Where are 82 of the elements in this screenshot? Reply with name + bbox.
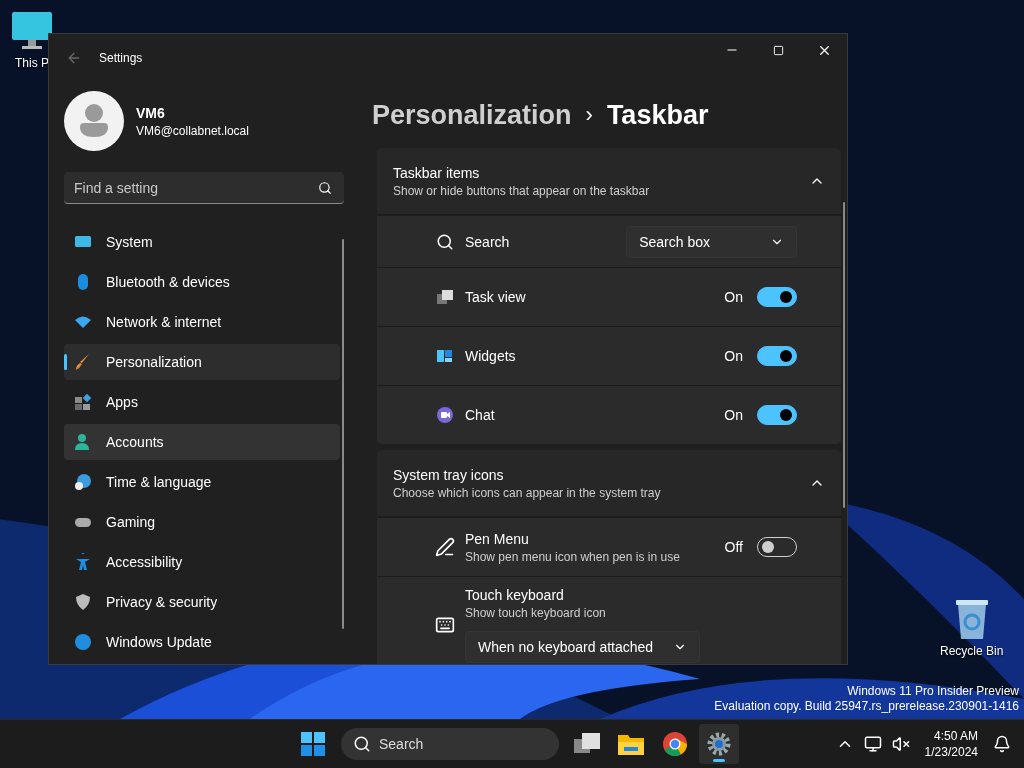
nav-item[interactable]: Accessibility — [64, 544, 340, 580]
maximize-icon — [772, 44, 784, 56]
nav-item[interactable]: Bluetooth & devices — [64, 264, 340, 300]
clock[interactable]: 4:50 AM 1/23/2024 — [924, 728, 978, 760]
build-info-text: Evaluation copy. Build 25947.rs_prerelease.230901-1416 — [714, 699, 1019, 714]
nav-item[interactable]: Privacy & security — [64, 584, 340, 620]
toggle-state: On — [724, 407, 743, 423]
recycle-bin-icon[interactable] — [953, 598, 990, 640]
setting-label: Chat — [465, 407, 496, 423]
search-icon — [318, 181, 332, 195]
taskbar-app[interactable] — [699, 724, 739, 764]
section-title: System tray icons — [393, 466, 505, 483]
search-field[interactable]: Find a setting — [64, 172, 344, 204]
network-icon[interactable] — [862, 735, 883, 753]
dropdown[interactable]: Search box — [626, 225, 797, 258]
nav-item[interactable]: Accounts — [64, 424, 340, 460]
nav-label: Personalization — [106, 354, 202, 370]
nav-icon — [74, 353, 92, 371]
nav-item[interactable]: Gaming — [64, 504, 340, 540]
nav-item[interactable]: Time & language — [64, 464, 340, 500]
setting-label: Pen Menu — [465, 530, 530, 547]
user-email: VM6@collabnet.local — [136, 123, 249, 138]
nav-icon — [74, 633, 92, 651]
widgets-icon — [437, 348, 453, 364]
window-title: Settings — [99, 51, 144, 65]
toggle-state: On — [724, 348, 743, 364]
toggle-state: Off — [724, 539, 743, 555]
nav-label: Privacy & security — [106, 594, 218, 610]
nav-label: Time & language — [106, 474, 212, 490]
nav-icon — [74, 593, 92, 611]
volume-muted-icon[interactable] — [890, 735, 911, 753]
search-icon — [353, 735, 371, 753]
nav-item[interactable]: Apps — [64, 384, 340, 420]
setting-label: Task view — [465, 289, 527, 305]
setting-description: Show pen menu icon when pen is in use — [465, 549, 681, 564]
section-subtitle: Choose which icons can appear in the system tray — [393, 485, 662, 500]
nav-label: Network & internet — [106, 314, 222, 330]
section-subtitle: Show or hide buttons that appear on the taskbar — [393, 183, 651, 198]
dropdown[interactable]: When no keyboard attached — [465, 630, 701, 663]
nav-item[interactable]: Personalization — [64, 344, 340, 380]
task-view-icon — [574, 733, 600, 755]
setting-label: Search — [465, 233, 511, 250]
browser-icon — [663, 732, 687, 756]
folder-icon — [618, 733, 644, 755]
notification-icon[interactable] — [992, 735, 1012, 753]
nav-item[interactable]: Network & internet — [64, 304, 340, 340]
search-icon — [436, 232, 454, 251]
desktop-icon-label: This P — [15, 56, 49, 70]
section-title: Taskbar items — [393, 164, 481, 181]
chat-icon — [437, 407, 453, 423]
page-title: Taskbar — [606, 99, 709, 131]
nav-label: Accounts — [106, 434, 164, 450]
breadcrumb-separator: › — [585, 102, 593, 128]
setting-label: Touch keyboard — [465, 586, 565, 603]
toggle-switch[interactable] — [757, 405, 797, 425]
nav-icon — [74, 473, 92, 491]
toggle-switch[interactable] — [757, 287, 797, 307]
pen-icon — [435, 537, 455, 557]
build-info-text: Windows 11 Pro Insider Preview — [847, 684, 1019, 699]
toggle-switch[interactable] — [757, 346, 797, 366]
nav-item[interactable]: Windows Update — [64, 624, 340, 660]
toggle-state: On — [724, 289, 743, 305]
user-name: VM6 — [136, 104, 166, 121]
nav-label: Apps — [106, 394, 138, 410]
nav-icon — [74, 433, 92, 451]
setting-label: Widgets — [465, 348, 517, 364]
nav-icon — [74, 393, 92, 411]
desktop-icon-label: Recycle Bin — [940, 644, 1004, 658]
monitor-icon[interactable] — [10, 10, 54, 52]
nav-item[interactable]: System — [64, 224, 340, 260]
gear-icon — [707, 732, 731, 756]
windows-logo-icon — [301, 732, 325, 756]
taskbar-search[interactable]: Search — [341, 728, 559, 760]
nav-label: Windows Update — [106, 634, 212, 650]
nav-label: Bluetooth & devices — [106, 274, 230, 290]
setting-description: Show touch keyboard icon — [465, 605, 607, 620]
breadcrumb-link[interactable]: Personalization — [372, 99, 572, 131]
avatar[interactable] — [64, 91, 124, 151]
nav-icon — [74, 553, 92, 571]
nav-label: System — [106, 234, 153, 250]
nav-label: Accessibility — [106, 554, 183, 570]
nav-label: Gaming — [106, 514, 156, 530]
